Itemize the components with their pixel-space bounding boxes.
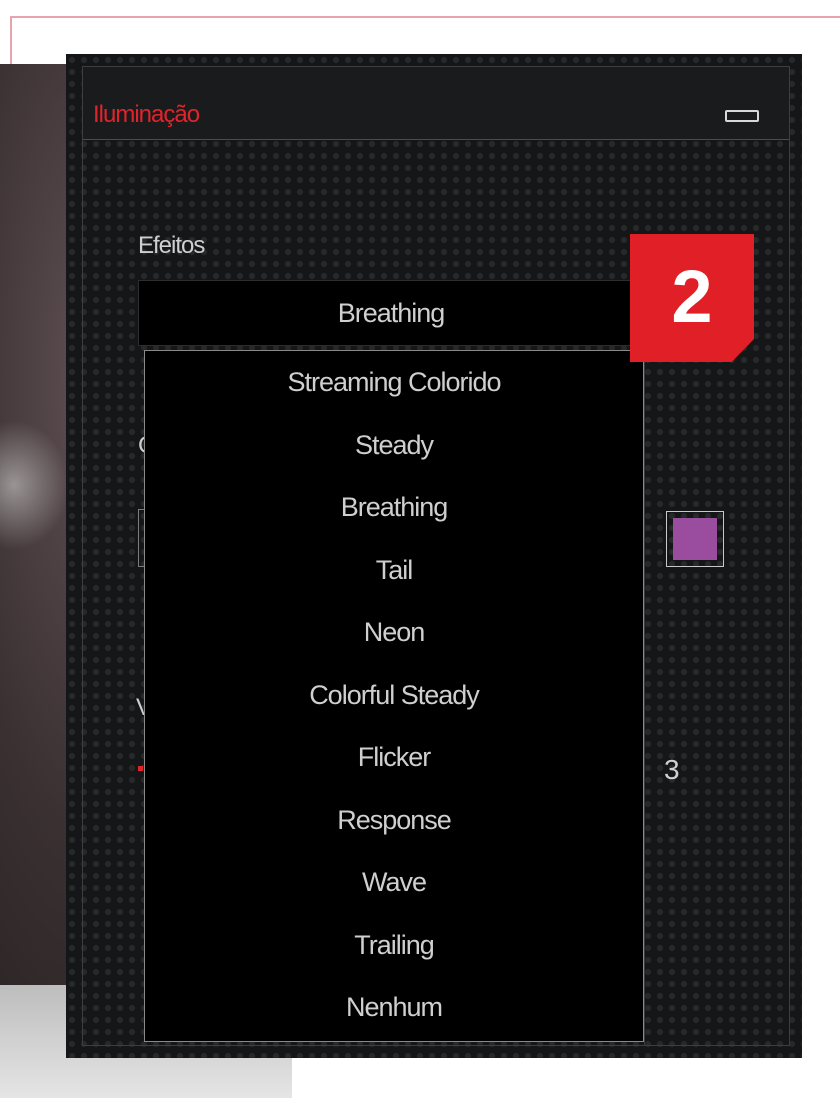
dropdown-option[interactable]: Neon	[145, 601, 643, 664]
speed-value: 3	[664, 754, 680, 785]
column-divider	[644, 350, 645, 1046]
minimize-icon[interactable]	[725, 110, 759, 122]
dropdown-option[interactable]: Tail	[145, 539, 643, 602]
window-title: Iluminação	[93, 101, 200, 128]
dropdown-option[interactable]: Steady	[145, 414, 643, 477]
effects-dropdown-list: Streaming Colorido Steady Breathing Tail Neo…	[144, 350, 644, 1042]
callout-badge: 2	[630, 234, 754, 362]
dropdown-option[interactable]: Response	[145, 789, 643, 852]
effects-selected-value: Breathing	[337, 297, 446, 328]
slider-marker	[138, 766, 143, 771]
effects-label: Efeitos	[138, 232, 205, 259]
dropdown-option[interactable]: Wave	[145, 851, 643, 914]
effects-select[interactable]: Breathing	[138, 280, 644, 346]
dropdown-option[interactable]: Breathing	[145, 476, 643, 539]
dropdown-option[interactable]: Streaming Colorido	[145, 351, 643, 414]
dropdown-option[interactable]: Trailing	[145, 914, 643, 977]
color-swatch[interactable]	[666, 511, 724, 567]
dropdown-option[interactable]: Nenhum	[145, 976, 643, 1039]
dropdown-option[interactable]: Flicker	[145, 726, 643, 789]
backdrop-highlight	[0, 420, 70, 550]
dropdown-option[interactable]: Colorful Steady	[145, 664, 643, 727]
titlebar: Iluminação	[83, 67, 789, 140]
page: Iluminação Efeitos Breathing C V 3 Strea…	[0, 0, 840, 1098]
page-frame-top	[10, 16, 840, 18]
lighting-window: Iluminação Efeitos Breathing C V 3 Strea…	[66, 54, 802, 1058]
color-swatch-fill	[673, 518, 717, 560]
